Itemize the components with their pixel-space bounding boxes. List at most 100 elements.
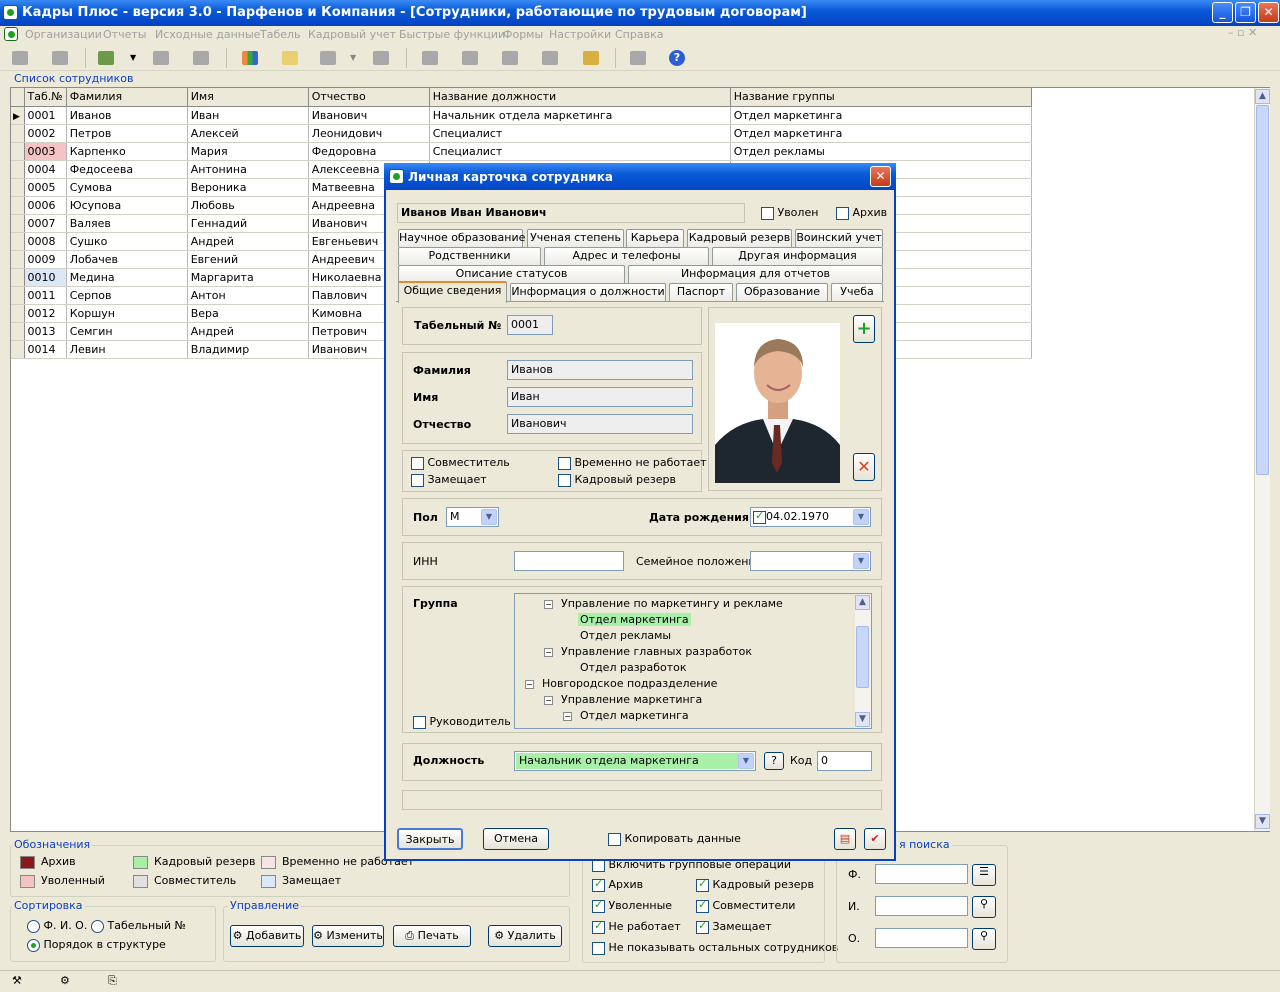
settings-icon[interactable] (630, 51, 646, 65)
add-button[interactable]: ⚙ Добавить (230, 925, 304, 947)
collapse-icon[interactable]: − (563, 711, 572, 721)
tool-icon[interactable] (373, 51, 389, 65)
tab-military[interactable]: Воинский учет (795, 229, 883, 247)
close-window-button[interactable]: ✕ (1258, 2, 1279, 23)
remove-photo-button[interactable]: ✕ (853, 453, 875, 481)
filter-reserve[interactable]: Кадровый резерв (696, 877, 814, 892)
scroll-up-icon[interactable]: ▲ (1255, 89, 1270, 104)
scroll-down-icon[interactable]: ▼ (855, 712, 870, 727)
menu-timesheet[interactable]: Табель (260, 28, 301, 41)
col-first[interactable]: Имя (187, 88, 309, 107)
menu-help[interactable]: Справка (615, 28, 663, 41)
search-f-input[interactable] (875, 864, 968, 884)
close-button[interactable]: Закрыть (397, 828, 463, 850)
tab-relatives[interactable]: Родственники (398, 247, 541, 265)
add-photo-button[interactable]: + (853, 315, 875, 343)
table-row[interactable]: 0003 Карпенко Мария Федоровна Специалист Отде… (11, 142, 1032, 161)
menu-source-data[interactable]: Исходные данные (155, 28, 260, 41)
col-position[interactable]: Название должности (429, 88, 731, 107)
menu-hr[interactable]: Кадровый учет (308, 28, 396, 41)
ok-button[interactable]: ✔ (864, 828, 886, 850)
print-button[interactable]: ⎙ Печать (393, 925, 471, 947)
birth-date-picker[interactable]: 04.02.1970 ▼ (750, 507, 871, 527)
head-checkbox[interactable]: Руководитель (413, 715, 511, 729)
menu-quick[interactable]: Быстрые функции (399, 28, 505, 41)
tab-general[interactable]: Общие сведения (398, 281, 507, 303)
table-icon[interactable] (462, 51, 478, 65)
doc-icon[interactable] (153, 51, 169, 65)
fired-checkbox[interactable]: Уволен (761, 206, 818, 220)
copy-data-checkbox[interactable]: Копировать данные (608, 832, 741, 846)
new-icon[interactable] (12, 51, 28, 65)
filter-subst[interactable]: Замещает (696, 919, 772, 934)
users-icon[interactable] (98, 51, 114, 65)
scroll-down-icon[interactable]: ▼ (1255, 814, 1270, 829)
filter-icon[interactable] (502, 51, 518, 65)
collapse-icon[interactable]: − (544, 647, 553, 657)
tab-science-edu[interactable]: Научное образование (398, 229, 525, 247)
dialog-close-button[interactable]: ✕ (870, 166, 891, 187)
tree-node[interactable]: − Новгородское подразделение (525, 677, 719, 690)
position-select[interactable]: Начальник отдела маркетинга ▼ (514, 751, 756, 771)
tree-node[interactable]: Отдел разработок (563, 661, 689, 674)
table-row[interactable]: ▶ 0001 Иванов Иван Иванович Начальник отдела … (11, 106, 1032, 125)
code-input[interactable]: 0 (817, 751, 872, 771)
key-icon[interactable] (320, 51, 336, 65)
tree-node[interactable]: − Управление маркетинга (544, 693, 704, 706)
tabnum-input[interactable]: 0001 (507, 315, 553, 335)
col-tab[interactable]: Таб.№ (24, 88, 67, 107)
edit-button[interactable]: ⚙ Изменить (312, 925, 384, 947)
search-i-button[interactable]: ⚲ (972, 896, 996, 918)
position-help-button[interactable]: ? (764, 752, 784, 770)
collapse-icon[interactable]: − (544, 599, 553, 609)
tab-degree[interactable]: Ученая степень (527, 229, 624, 247)
archive-checkbox[interactable]: Архив (836, 206, 887, 220)
cancel-button[interactable]: Отмена (483, 828, 549, 850)
tree-vscroll[interactable]: ▲ ▼ (855, 594, 871, 728)
tab-reserve[interactable]: Кадровый резерв (687, 229, 792, 247)
search-i-input[interactable] (875, 896, 968, 916)
menu-organizations[interactable]: Организации (25, 28, 102, 41)
sort-structure-option[interactable]: Порядок в структуре (27, 938, 166, 952)
copy-icon[interactable] (193, 51, 209, 65)
filter-notworking[interactable]: Не работает (592, 919, 681, 934)
tab-other-info[interactable]: Другая информация (712, 247, 883, 265)
help-icon[interactable]: ? (669, 50, 685, 66)
middlename-input[interactable]: Иванович (507, 414, 693, 434)
tree-node[interactable]: − Отдел маркетинга (563, 709, 691, 722)
inn-input[interactable] (514, 551, 624, 571)
tree-scroll-thumb[interactable] (856, 626, 869, 688)
collapse-icon[interactable]: − (525, 679, 534, 689)
mdi-controls[interactable]: – ▫ ✕ (1228, 26, 1257, 39)
minimize-button[interactable]: _ (1212, 2, 1233, 23)
filter-parttime[interactable]: Совместители (696, 898, 795, 913)
scroll-thumb[interactable] (1256, 105, 1269, 475)
tree-node[interactable]: − Управление по маркетингу и рекламе (544, 597, 785, 610)
col-middle[interactable]: Отчество (308, 88, 430, 107)
search-f-button[interactable]: ☰ (972, 864, 996, 886)
tree-node[interactable]: Отдел рекламы (563, 629, 673, 642)
firstname-input[interactable]: Иван (507, 387, 693, 407)
family-select[interactable]: ▼ (750, 551, 871, 571)
lastname-input[interactable]: Иванов (507, 360, 693, 380)
tempoff-checkbox[interactable]: Временно не работает (558, 456, 707, 470)
delete-icon[interactable] (52, 51, 68, 65)
scroll-up-icon[interactable]: ▲ (855, 595, 870, 610)
sort-tab-option[interactable]: Табельный № (91, 919, 186, 933)
tree-node[interactable]: − Управление главных разработок (544, 645, 754, 658)
delete-button[interactable]: ⚙ Удалить (488, 925, 562, 947)
chart-icon[interactable] (242, 51, 258, 65)
dropdown-arrow-icon[interactable]: ▼ (350, 53, 356, 62)
parttime-checkbox[interactable]: Совместитель (411, 456, 510, 470)
sex-select[interactable]: М ▼ (446, 507, 499, 527)
group-tree[interactable]: − Управление по маркетингу и рекламе Отдел… (514, 593, 872, 729)
tab-passport[interactable]: Паспорт (669, 283, 733, 301)
search-o-input[interactable] (875, 928, 968, 948)
tree-node[interactable]: Отдел маркетинга (563, 613, 691, 626)
search-o-button[interactable]: ⚲ (972, 928, 996, 950)
report-icon[interactable] (542, 51, 558, 65)
table-row[interactable]: 0002 Петров Алексей Леонидович Специалист Отд… (11, 124, 1032, 143)
menu-forms[interactable]: Формы (503, 28, 543, 41)
substitutes-checkbox[interactable]: Замещает (411, 473, 487, 487)
grid-vscroll[interactable]: ▲ ▼ (1254, 88, 1270, 831)
